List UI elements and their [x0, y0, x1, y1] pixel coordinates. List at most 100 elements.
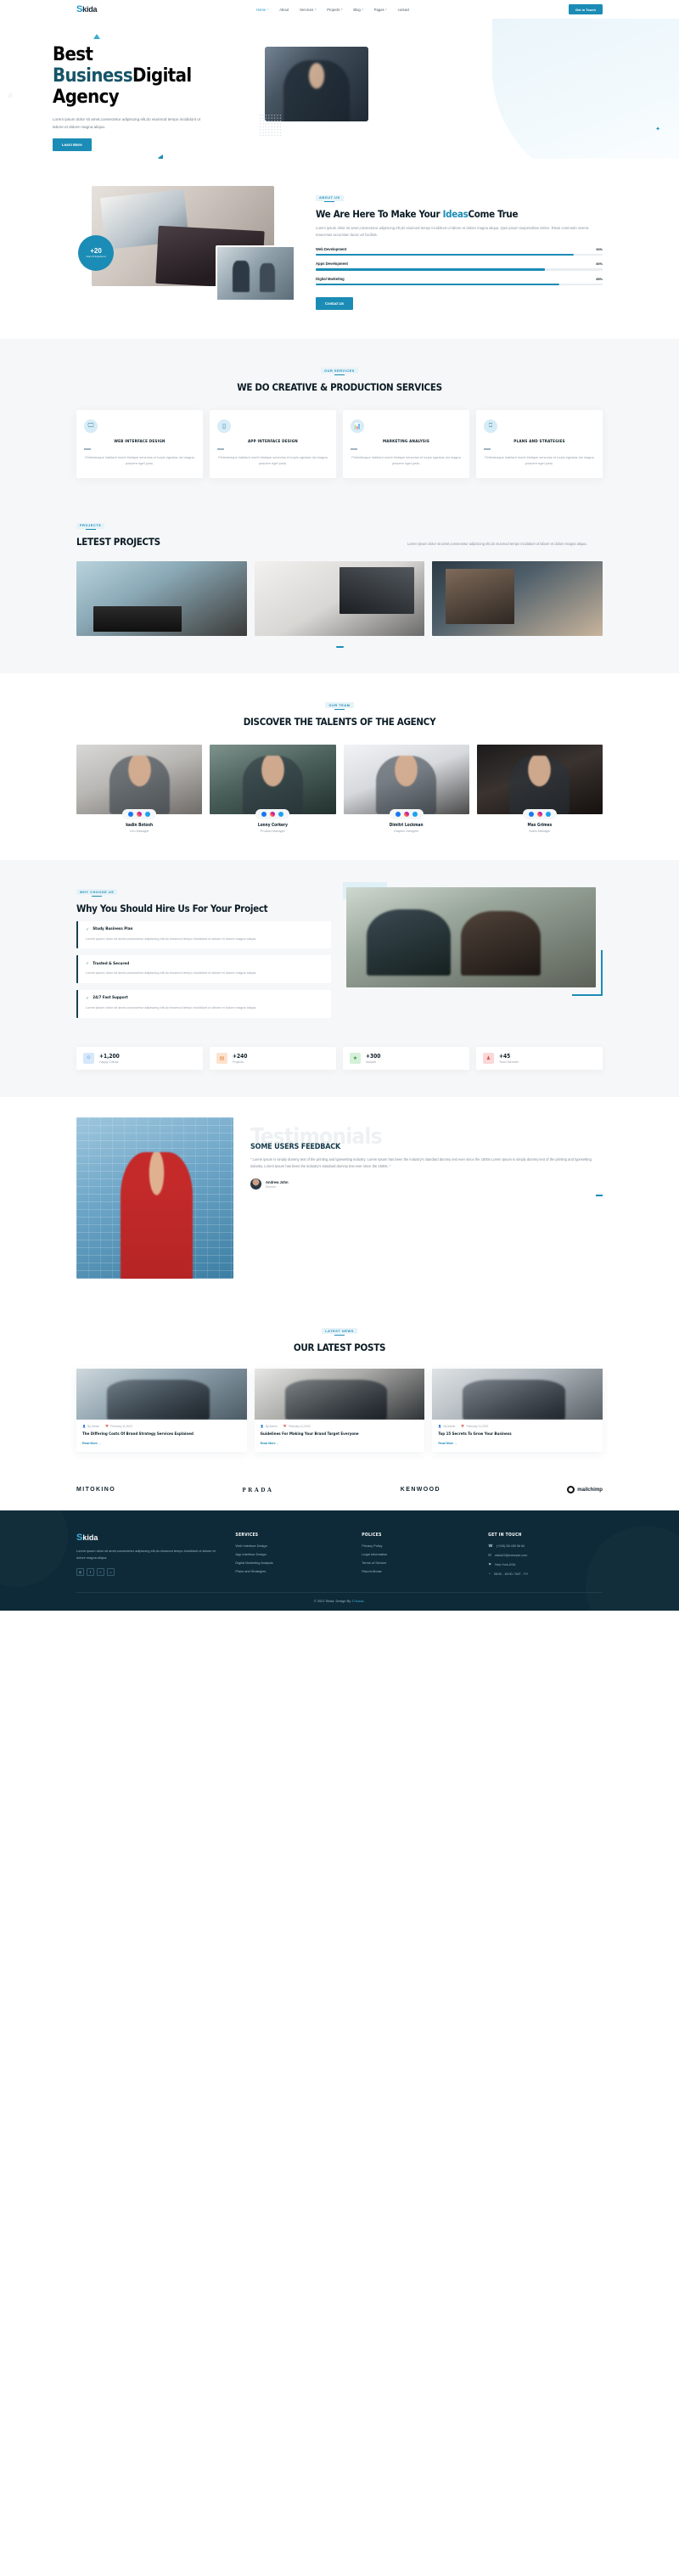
service-card[interactable]: ▯ APP INTERFACE DESIGN Pellentesque habi… [210, 409, 336, 479]
blog-card[interactable]: 👤 By Admin 📅 February 11,2022 The Differin… [76, 1368, 247, 1453]
contact-email[interactable]: ✉ skida22@exemple.com [488, 1553, 603, 1558]
why-content: WHY CHOOSE US Why You Should Hire Us For… [76, 882, 331, 1018]
team-member-card[interactable]: kadin Botosh Ceo Manager [76, 744, 203, 833]
team-member-card[interactable]: Dimitri Lockman Graphic Designer [343, 744, 469, 833]
projects-eyebrow: PROJECTS [76, 522, 105, 529]
footer-link-web-interface-design[interactable]: Web Interface Design [235, 1544, 350, 1548]
team-member-card[interactable]: Lonny Corkery Product Manager [210, 744, 336, 833]
facebook-icon[interactable] [395, 811, 401, 817]
facebook-icon[interactable] [128, 811, 134, 817]
project-card[interactable] [254, 561, 425, 637]
nav-item-projects[interactable]: Projects ▾ [327, 8, 342, 12]
service-text: Pellentesque habitant morbi tristique se… [218, 454, 328, 466]
about-image-secondary [216, 245, 295, 301]
contact-us-button[interactable]: Contact Us [316, 296, 354, 310]
testimonial-content: Testimonials SOME USERS FEEDBACK “ Lorem… [250, 1117, 603, 1196]
projects-icon: ▤ [216, 1052, 227, 1064]
decorative-frame [572, 949, 603, 996]
author-name: Andrew John [266, 1179, 289, 1184]
footer-link-app-interface-design[interactable]: App Interface Design [235, 1552, 350, 1556]
team-social-links[interactable] [255, 808, 290, 819]
footer-link-privacy-policy[interactable]: Privacy Policy [362, 1544, 476, 1548]
nav-item-about[interactable]: About [279, 8, 289, 12]
team-member-name: Max Grimes [527, 823, 553, 828]
why-eyebrow: WHY CHOOSE US [76, 889, 118, 896]
footer-link-terms-of-service[interactable]: Terms of Service [362, 1561, 476, 1565]
nav-item-blog[interactable]: Blog ▾ [353, 8, 362, 12]
site-header: Skida Home ▾ About Services ▾ Projects ▾ Bl… [0, 0, 679, 19]
nav-item-home[interactable]: Home ▾ [256, 8, 268, 12]
blog-card[interactable]: 👤 By Admin 📅 February 11,2022 Guidelines F… [254, 1368, 425, 1453]
facebook-icon[interactable] [261, 811, 267, 817]
twitter-icon[interactable] [278, 811, 284, 817]
brand-logo-mailchimp: mailchimp [567, 1486, 603, 1494]
project-card[interactable] [432, 561, 603, 637]
nav-item-services[interactable]: Services ▾ [300, 8, 316, 12]
chevron-down-icon: ▾ [385, 8, 387, 11]
footer-logo[interactable]: Skida [76, 1533, 223, 1543]
feature-title: 24/7 Fast Support [93, 996, 128, 1001]
read-more-link[interactable]: Read More → [432, 1437, 603, 1452]
team-social-links[interactable] [389, 808, 424, 819]
instagram-icon[interactable]: ◎ [76, 1567, 84, 1576]
footer-polices-list: Privacy Policy Legal Information Terms o… [362, 1544, 476, 1573]
stat-card-awards: ★ +300 Awards [343, 1046, 469, 1070]
read-more-link[interactable]: Read More → [255, 1437, 425, 1452]
twitter-icon[interactable]: ✓ [97, 1567, 104, 1576]
learn-more-button[interactable]: Learn More [53, 138, 92, 152]
footer-link-plans-and-strategies[interactable]: Plans and Strategies [235, 1569, 350, 1573]
team-member-photo [343, 744, 469, 814]
facebook-icon[interactable] [528, 811, 534, 817]
feature-item[interactable]: ✓ Study Business Plan Lorem ipsum dolor … [76, 920, 331, 949]
twitter-icon[interactable] [545, 811, 551, 817]
service-card[interactable]: ⎕ PLANS AND STRATEGIES Pellentesque habi… [476, 409, 603, 479]
feature-item[interactable]: ✓ 24/7 Fast Support Lorem ipsum dolor si… [76, 989, 331, 1018]
site-logo[interactable]: Skida [76, 4, 98, 14]
twitter-icon[interactable] [145, 811, 151, 817]
user-icon: 👤 [438, 1424, 442, 1428]
carousel-prev-arrow-icon[interactable] [158, 155, 163, 159]
skill-bar-fill [316, 253, 575, 256]
why-media [343, 881, 603, 996]
get-in-touch-button[interactable]: Get in Touch [568, 4, 603, 14]
team-section: OUR TEAM DISCOVER THE TALENTS OF THE AGE… [0, 672, 679, 860]
instagram-icon[interactable] [270, 811, 276, 817]
service-card[interactable]: 🖵 WEB INTERFACE DESIGN Pellentesque habi… [76, 409, 203, 479]
contact-phone[interactable]: ☎ (+245) 56 455 56 84 [488, 1544, 603, 1549]
nav-item-pages[interactable]: Pages ▾ [374, 8, 387, 12]
instagram-icon[interactable] [137, 811, 143, 817]
nav-item-contact[interactable]: contact [398, 8, 410, 12]
pinterest-icon[interactable]: ○ [107, 1567, 115, 1576]
stat-label: Projects [233, 1060, 244, 1064]
instagram-icon[interactable] [403, 811, 409, 817]
projects-carousel-dots[interactable] [76, 646, 603, 648]
instagram-icon[interactable] [536, 811, 542, 817]
footer-link-legal-information[interactable]: Legal Information [362, 1552, 476, 1556]
stat-card-team-member: ♟ +45 Team Member [476, 1046, 603, 1070]
footer-link-digital-marketing-analysis[interactable]: Digital Marketing Analysis [235, 1561, 350, 1565]
services-section: OUR SERVICES WE DO CREATIVE & PRODUCTION… [0, 338, 679, 508]
service-text: Pellentesque habitant morbi tristique se… [351, 454, 461, 466]
team-member-card[interactable]: Max Grimes Sales Manager [476, 744, 603, 833]
experience-number: +20 [90, 247, 102, 256]
project-card[interactable] [76, 561, 247, 637]
testimonial-carousel-dots[interactable] [250, 1195, 603, 1196]
feature-item[interactable]: ✓ Trusted & Secured Lorem ipsum dolor si… [76, 955, 331, 983]
avatar [250, 1178, 261, 1190]
logo-name: kida [82, 5, 98, 14]
service-title: WEB INTERFACE DESIGN [114, 439, 166, 444]
brand-row: MITOKINO PRADA KENWOOD mailchimp [76, 1486, 603, 1494]
twitter-icon[interactable] [412, 811, 418, 817]
footer-link-report-abuse[interactable]: Report Abuse [362, 1569, 476, 1573]
team-social-links[interactable] [122, 808, 157, 819]
read-more-link[interactable]: Read More → [76, 1437, 247, 1452]
designer-link[interactable]: 17sucaL [351, 1599, 364, 1603]
mail-icon: ✉ [488, 1553, 491, 1558]
service-card[interactable]: 📊 MARKETING ANALYSIS Pellentesque habita… [343, 409, 469, 479]
hero-photo [265, 47, 368, 121]
team-social-links[interactable] [522, 808, 557, 819]
blog-card[interactable]: 👤 By Admin 📅 February 11,2022 Top 15 Secre… [432, 1368, 603, 1453]
carousel-dot-active[interactable] [596, 1195, 603, 1196]
facebook-icon[interactable]: f [87, 1567, 94, 1576]
carousel-dot-active[interactable] [335, 646, 344, 648]
